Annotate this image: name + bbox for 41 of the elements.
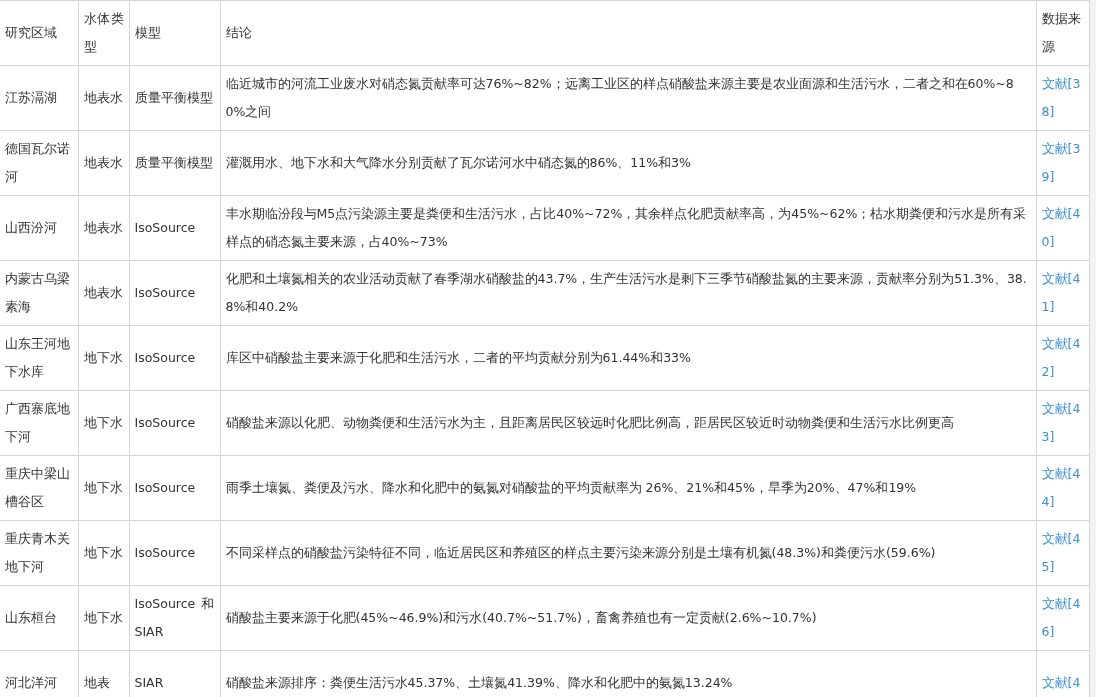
table-cell: 地表水	[78, 195, 129, 261]
column-header: 数据来源	[1036, 0, 1089, 66]
table-cell: 质量平衡模型	[129, 65, 220, 131]
table-cell: 地下水	[78, 325, 129, 391]
column-header: 水体类型	[78, 0, 129, 66]
table-cell: 江苏滆湖	[0, 65, 78, 131]
table-cell: 德国瓦尔诺河	[0, 130, 78, 196]
table-cell: 雨季土壤氮、粪便及污水、降水和化肥中的氨氮对硝酸盐的平均贡献率为 26%、21%和45%，旱季为20%、47%和19%	[220, 455, 1036, 521]
table-cell: IsoSource	[129, 390, 220, 456]
table-cell: 地表水	[78, 130, 129, 196]
table-cell: 山东桓台	[0, 585, 78, 651]
table-cell: 内蒙古乌梁素海	[0, 260, 78, 326]
table-cell: 重庆中梁山槽谷区	[0, 455, 78, 521]
table-cell: 地表水	[78, 65, 129, 131]
table-cell: 地表水	[78, 260, 129, 326]
table-cell: 山东王河地下水库	[0, 325, 78, 391]
table-cell: 库区中硝酸盐主要来源于化肥和生活污水，二者的平均贡献分别为61.44%和33%	[220, 325, 1036, 391]
column-header: 模型	[129, 0, 220, 66]
table-cell: 地下水	[78, 520, 129, 586]
table-cell: IsoSource	[129, 520, 220, 586]
column-header: 结论	[220, 0, 1036, 66]
table-cell: 地下水	[78, 455, 129, 521]
table-cell: 临近城市的河流工业废水对硝态氮贡献率可达76%~82%；远离工业区的样点硝酸盐来源主要是农业面源和生活污水，二者之和在60%~80%之间	[220, 65, 1036, 131]
table-cell: 灌溉用水、地下水和大气降水分别贡献了瓦尔诺河水中硝态氮的86%、11%和3%	[220, 130, 1036, 196]
table-cell: 质量平衡模型	[129, 130, 220, 196]
table-cell: 化肥和土壤氮相关的农业活动贡献了春季湖水硝酸盐的43.7%，生产生活污水是剩下三季节硝酸盐氮的主要来源，贡献率分别为51.3%、38.8%和40.2%	[220, 260, 1036, 326]
table-cell: 地下水	[78, 390, 129, 456]
table-cell: IsoSource	[129, 455, 220, 521]
table-cell: 丰水期临汾段与M5点污染源主要是粪便和生活污水，占比40%~72%，其余样点化肥贡献率高，为45%~62%；枯水期粪便和污水是所有采样点的硝态氮主要来源，占40%~73%	[220, 195, 1036, 261]
table-cell: 硝酸盐来源以化肥、动物粪便和生活污水为主，且距离居民区较远时化肥比例高，距居民区较近时动物粪便和生活污水比例更高	[220, 390, 1036, 456]
table-cell: IsoSource	[129, 260, 220, 326]
table-cell: 重庆青木关地下河	[0, 520, 78, 586]
table-cell: 山西汾河	[0, 195, 78, 261]
column-header: 研究区域	[0, 0, 78, 66]
table-cell: 硝酸盐主要来源于化肥(45%~46.9%)和污水(40.7%~51.7%)，畜禽养殖也有一定贡献(2.6%~10.7%)	[220, 585, 1036, 651]
table-cell: 不同采样点的硝酸盐污染特征不同，临近居民区和养殖区的样点主要污染来源分别是土壤有机氮(48.3%)和粪便污水(59.6%)	[220, 520, 1036, 586]
table-cell: IsoSource	[129, 325, 220, 391]
table-cell: 地下水	[78, 585, 129, 651]
table-cell: 广西寨底地下河	[0, 390, 78, 456]
table-cell: IsoSource	[129, 195, 220, 261]
table-cell: IsoSource 和 SIAR	[129, 585, 220, 651]
